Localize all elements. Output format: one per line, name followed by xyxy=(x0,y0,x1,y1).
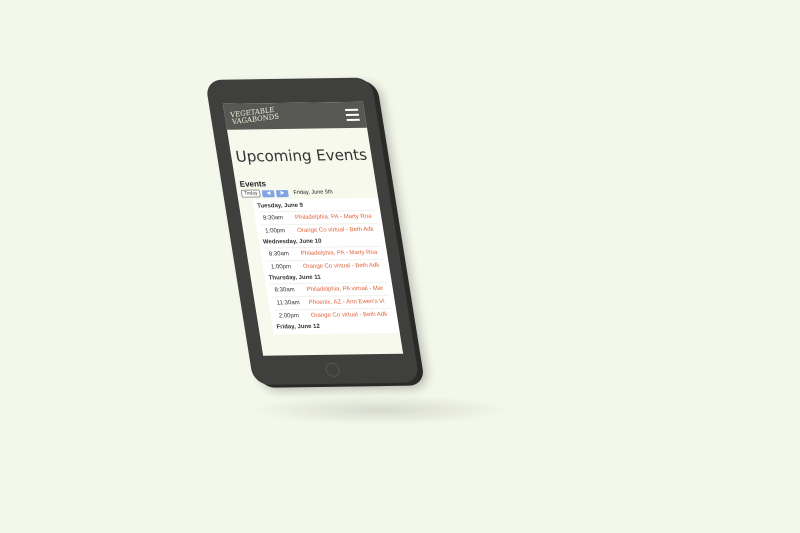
event-time: 1:00pm xyxy=(264,228,286,235)
site-header: VEGETABLE VAGABONDS xyxy=(222,101,367,130)
event-title[interactable]: Phoenix, AZ - Ann Ewen's Vi xyxy=(308,299,385,306)
site-logo[interactable]: VEGETABLE VAGABONDS xyxy=(229,106,280,126)
event-title[interactable]: Orange Co virtual - Beth Adk xyxy=(297,227,374,234)
event-title[interactable]: Philadelphia, PA - Marty Roa xyxy=(295,214,372,221)
tablet-screen: VEGETABLE VAGABONDS Upcoming Events Event… xyxy=(222,101,404,356)
tablet-shadow xyxy=(250,395,510,425)
event-title[interactable]: Philadelphia, PA virtual - Mar xyxy=(306,286,384,293)
current-date: Friday, June 5th xyxy=(293,189,334,196)
event-list: Tuesday, June 9 8:30am Philadelphia, PA - … xyxy=(252,197,400,335)
hamburger-icon[interactable] xyxy=(344,108,360,121)
prev-button[interactable]: ◀ xyxy=(262,189,276,197)
event-time: 8:30am xyxy=(262,215,284,222)
calendar-toolbar: Today ◀ ▶ Friday, June 5th xyxy=(240,188,378,198)
event-time: 11:30am xyxy=(276,300,301,307)
event-title[interactable]: Orange Co virtual - Beth Adk xyxy=(303,263,380,270)
event-title[interactable]: Philadelphia, PA - Marty Roa xyxy=(301,250,378,257)
day-header: Friday, June 12 xyxy=(276,323,321,331)
next-button[interactable]: ▶ xyxy=(276,189,290,197)
event-time: 8:30am xyxy=(274,287,296,294)
page-title: Upcoming Events xyxy=(234,145,369,166)
today-button[interactable]: Today xyxy=(240,189,262,198)
tablet-device: VEGETABLE VAGABONDS Upcoming Events Event… xyxy=(205,77,420,385)
event-time: 2:00pm xyxy=(278,313,300,320)
event-title[interactable]: Orange Co virtual - Beth Adk xyxy=(310,312,387,319)
event-time: 1:00pm xyxy=(270,264,292,271)
event-time: 8:30am xyxy=(268,251,290,258)
home-button[interactable] xyxy=(324,362,341,377)
